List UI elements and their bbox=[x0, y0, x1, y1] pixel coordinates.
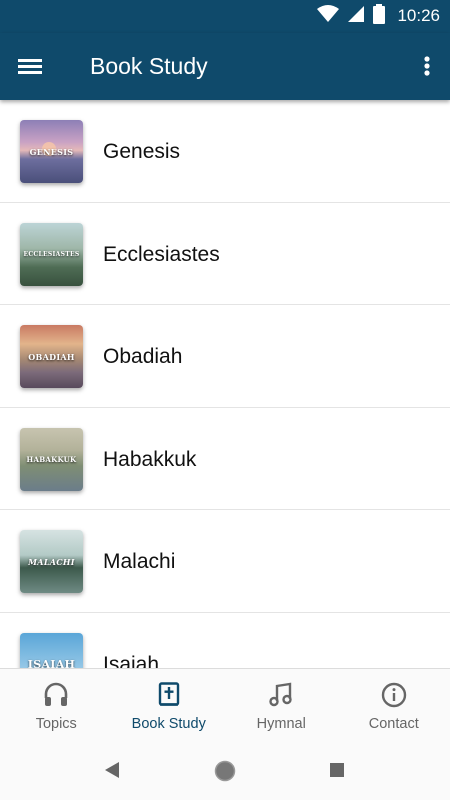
page-title: Book Study bbox=[90, 53, 208, 79]
book-thumbnail: GENESIS bbox=[20, 120, 83, 183]
wifi-icon bbox=[317, 4, 340, 28]
home-icon[interactable] bbox=[213, 759, 237, 788]
book-thumbnail: OBADIAH bbox=[20, 325, 83, 389]
book-title: Habakkuk bbox=[103, 447, 197, 471]
book-thumbnail: ECCLESIASTES bbox=[20, 222, 83, 286]
thumbnail-label: GENESIS bbox=[29, 146, 74, 157]
nav-item-topics[interactable]: Topics bbox=[0, 669, 113, 742]
book-thumbnail: HABAKKUK bbox=[20, 427, 83, 491]
book-title: Isaiah bbox=[103, 652, 160, 668]
bible-icon bbox=[155, 681, 183, 709]
thumbnail-label: MALACHI bbox=[28, 556, 75, 567]
nav-item-book-study[interactable]: Book Study bbox=[113, 669, 226, 742]
book-title: Obadiah bbox=[103, 345, 183, 369]
headphones-icon bbox=[42, 681, 70, 709]
nav-label-book-study: Book Study bbox=[131, 716, 206, 732]
nav-label-topics: Topics bbox=[35, 716, 77, 732]
nav-item-contact[interactable]: Contact bbox=[338, 669, 450, 742]
list-item-ecclesiastes[interactable]: ECCLESIASTES Ecclesiastes bbox=[0, 203, 450, 306]
book-list[interactable]: GENESIS Genesis ECCLESIASTES Ecclesiaste… bbox=[0, 100, 450, 668]
thumbnail-label: OBADIAH bbox=[28, 351, 75, 362]
system-navigation-bar bbox=[0, 742, 450, 800]
list-item-obadiah[interactable]: OBADIAH Obadiah bbox=[0, 305, 450, 408]
book-title: Ecclesiastes bbox=[103, 242, 220, 266]
status-bar: 10:26 bbox=[0, 0, 450, 33]
list-item-malachi[interactable]: MALACHI Malachi bbox=[0, 510, 450, 613]
nav-label-hymnal: Hymnal bbox=[256, 716, 306, 732]
info-icon bbox=[380, 681, 408, 709]
book-title: Malachi bbox=[103, 550, 176, 574]
list-item-genesis[interactable]: GENESIS Genesis bbox=[0, 100, 450, 203]
thumbnail-label: ECCLESIASTES bbox=[23, 250, 80, 258]
status-time: 10:26 bbox=[397, 6, 440, 25]
nav-label-contact: Contact bbox=[368, 716, 419, 732]
book-title: Genesis bbox=[103, 140, 181, 163]
book-thumbnail: ISAIAH bbox=[20, 632, 83, 668]
more-vertical-icon[interactable] bbox=[418, 52, 436, 82]
hamburger-menu-icon[interactable] bbox=[18, 51, 52, 81]
music-note-icon bbox=[267, 681, 295, 709]
bottom-navigation: Topics Book Study Hymnal Contact bbox=[0, 668, 450, 742]
book-thumbnail: MALACHI bbox=[20, 530, 83, 594]
back-icon[interactable] bbox=[103, 760, 121, 785]
battery-icon bbox=[373, 3, 386, 29]
nav-item-hymnal[interactable]: Hymnal bbox=[225, 669, 338, 742]
list-item-isaiah[interactable]: ISAIAH Isaiah bbox=[0, 613, 450, 668]
app-bar: Book Study bbox=[0, 33, 450, 100]
thumbnail-label: HABAKKUK bbox=[26, 454, 77, 464]
list-item-habakkuk[interactable]: HABAKKUK Habakkuk bbox=[0, 408, 450, 511]
thumbnail-label: ISAIAH bbox=[27, 657, 76, 668]
signal-icon bbox=[347, 5, 365, 28]
recents-icon[interactable] bbox=[329, 762, 345, 783]
status-icons: 10:26 bbox=[317, 3, 440, 29]
